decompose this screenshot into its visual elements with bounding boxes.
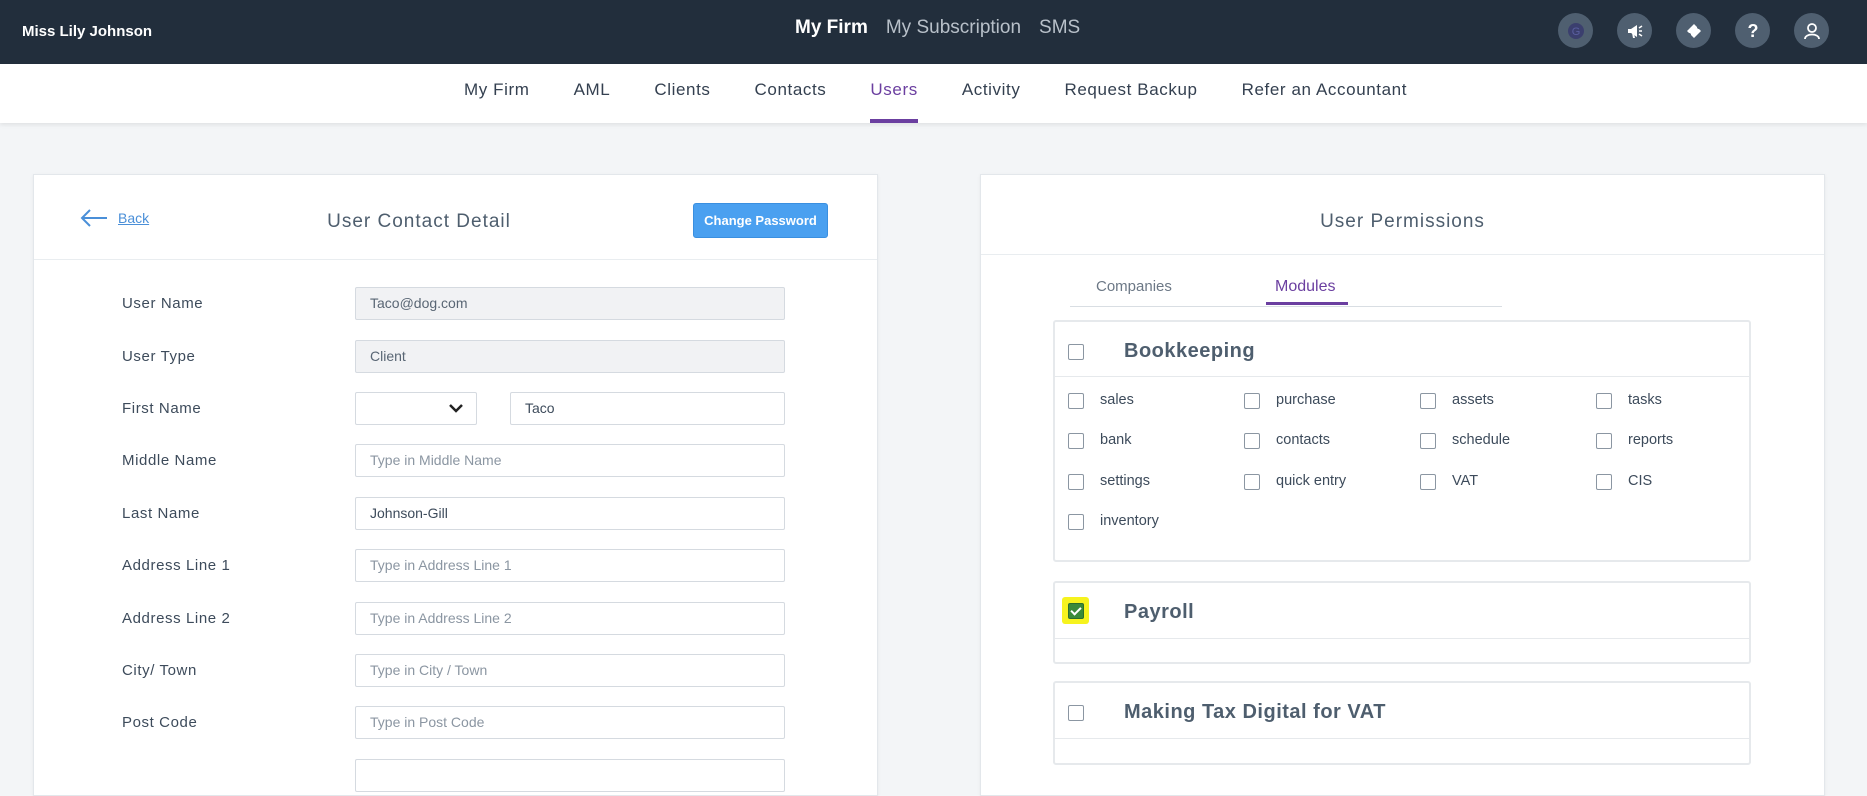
perm-checkbox[interactable]: [1596, 474, 1612, 490]
perm-checkbox[interactable]: [1420, 393, 1436, 409]
label-first-name: First Name: [122, 400, 202, 417]
perm-label: assets: [1452, 392, 1494, 408]
module-title: Payroll: [1124, 601, 1195, 623]
perm-checkbox[interactable]: [1068, 474, 1084, 490]
payroll-checkbox[interactable]: [1068, 603, 1084, 619]
post-code-input[interactable]: Type in Post Code: [355, 706, 785, 739]
user-type-field: Client: [355, 340, 785, 373]
top-link-my-firm[interactable]: My Firm: [795, 17, 868, 39]
permissions-title: User Permissions: [1320, 211, 1485, 232]
svg-text:?: ?: [1747, 21, 1758, 41]
perm-checkbox[interactable]: [1068, 433, 1084, 449]
label-user-name: User Name: [122, 295, 204, 312]
tab-modules[interactable]: Modules: [1275, 278, 1335, 296]
nav-activity[interactable]: Activity: [940, 64, 1043, 123]
change-password-button[interactable]: Change Password: [693, 203, 828, 238]
middle-name-input[interactable]: Type in Middle Name: [355, 444, 785, 477]
user-permissions-card: User Permissions Companies Modules Bookk…: [980, 174, 1825, 796]
perm-checkbox[interactable]: [1596, 433, 1612, 449]
label-post-code: Post Code: [122, 714, 198, 731]
perm-checkbox[interactable]: [1244, 393, 1260, 409]
perm-label: inventory: [1100, 513, 1159, 529]
card-header: Back User Contact Detail Change Password: [34, 175, 877, 260]
user-icon[interactable]: [1794, 13, 1829, 48]
label-user-type: User Type: [122, 348, 196, 365]
label-middle-name: Middle Name: [122, 452, 217, 469]
perm-checkbox[interactable]: [1244, 433, 1260, 449]
permissions-tabs: Companies Modules: [1070, 270, 1502, 307]
module-header: Payroll: [1055, 583, 1749, 639]
module-title: Bookkeeping: [1124, 340, 1256, 362]
module-header: Bookkeeping: [1055, 322, 1749, 377]
label-city-town: City/ Town: [122, 662, 197, 679]
nav-users[interactable]: Users: [848, 64, 939, 123]
main-nav: My Firm AML Clients Contacts Users Activ…: [0, 64, 1867, 123]
tab-companies[interactable]: Companies: [1096, 278, 1172, 295]
address-line-1-input[interactable]: Type in Address Line 1: [355, 549, 785, 582]
label-last-name: Last Name: [122, 505, 200, 522]
perm-label: tasks: [1628, 392, 1662, 408]
top-bar: Miss Lily Johnson My Firm My Subscriptio…: [0, 0, 1867, 64]
g-icon[interactable]: G: [1558, 13, 1593, 48]
perm-checkbox[interactable]: [1596, 393, 1612, 409]
perm-label: sales: [1100, 392, 1134, 408]
ticket-icon[interactable]: [1676, 13, 1711, 48]
perm-label: schedule: [1452, 432, 1511, 448]
address-line-2-input[interactable]: Type in Address Line 2: [355, 602, 785, 635]
module-header: Making Tax Digital for VAT: [1055, 683, 1749, 739]
perm-checkbox[interactable]: [1420, 474, 1436, 490]
nav-refer-accountant[interactable]: Refer an Accountant: [1220, 64, 1429, 123]
perm-label: VAT: [1452, 473, 1479, 489]
perm-label: quick entry: [1276, 473, 1347, 489]
svg-text:G: G: [1571, 26, 1580, 38]
mtd-vat-checkbox[interactable]: [1068, 705, 1084, 721]
perm-checkbox[interactable]: [1068, 514, 1084, 530]
module-title: Making Tax Digital for VAT: [1124, 701, 1386, 723]
nav-aml[interactable]: AML: [552, 64, 633, 123]
module-bookkeeping: Bookkeeping sales purchase assets tasks …: [1053, 320, 1751, 562]
perm-label: reports: [1628, 432, 1674, 448]
first-name-input[interactable]: Taco: [510, 392, 785, 425]
user-name: Miss Lily Johnson: [22, 23, 153, 40]
nav-request-backup[interactable]: Request Backup: [1042, 64, 1219, 123]
top-link-sms[interactable]: SMS: [1039, 17, 1080, 39]
permissions-header: User Permissions: [981, 175, 1824, 255]
chevron-down-icon: [449, 404, 463, 413]
nav-my-firm[interactable]: My Firm: [442, 64, 552, 123]
perm-label: settings: [1100, 473, 1150, 489]
top-icons: G ?: [1558, 13, 1829, 48]
perm-checkbox[interactable]: [1244, 474, 1260, 490]
label-address-line-1: Address Line 1: [122, 557, 231, 574]
module-payroll: Payroll: [1053, 581, 1751, 664]
tab-active-indicator: [1266, 302, 1348, 305]
perm-label: contacts: [1276, 432, 1330, 448]
title-select[interactable]: [355, 392, 477, 425]
perm-checkbox[interactable]: [1068, 393, 1084, 409]
perm-label: bank: [1100, 432, 1132, 448]
perm-label: purchase: [1276, 392, 1336, 408]
label-address-line-2: Address Line 2: [122, 610, 231, 627]
last-name-input[interactable]: Johnson-Gill: [355, 497, 785, 530]
help-icon[interactable]: ?: [1735, 13, 1770, 48]
megaphone-icon[interactable]: [1617, 13, 1652, 48]
top-link-my-subscription[interactable]: My Subscription: [886, 17, 1021, 39]
module-mtd-vat: Making Tax Digital for VAT: [1053, 681, 1751, 765]
partial-field[interactable]: [355, 759, 785, 792]
bookkeeping-checkbox[interactable]: [1068, 344, 1084, 360]
page-title: User Contact Detail: [327, 211, 511, 232]
user-name-field: Taco@dog.com: [355, 287, 785, 320]
nav-clients[interactable]: Clients: [632, 64, 732, 123]
city-town-input[interactable]: Type in City / Town: [355, 654, 785, 687]
top-links: My Firm My Subscription SMS: [795, 17, 1080, 39]
perm-checkbox[interactable]: [1420, 433, 1436, 449]
perm-label: CIS: [1628, 473, 1653, 489]
nav-contacts[interactable]: Contacts: [733, 64, 849, 123]
user-contact-detail-card: Back User Contact Detail Change Password…: [33, 174, 878, 796]
